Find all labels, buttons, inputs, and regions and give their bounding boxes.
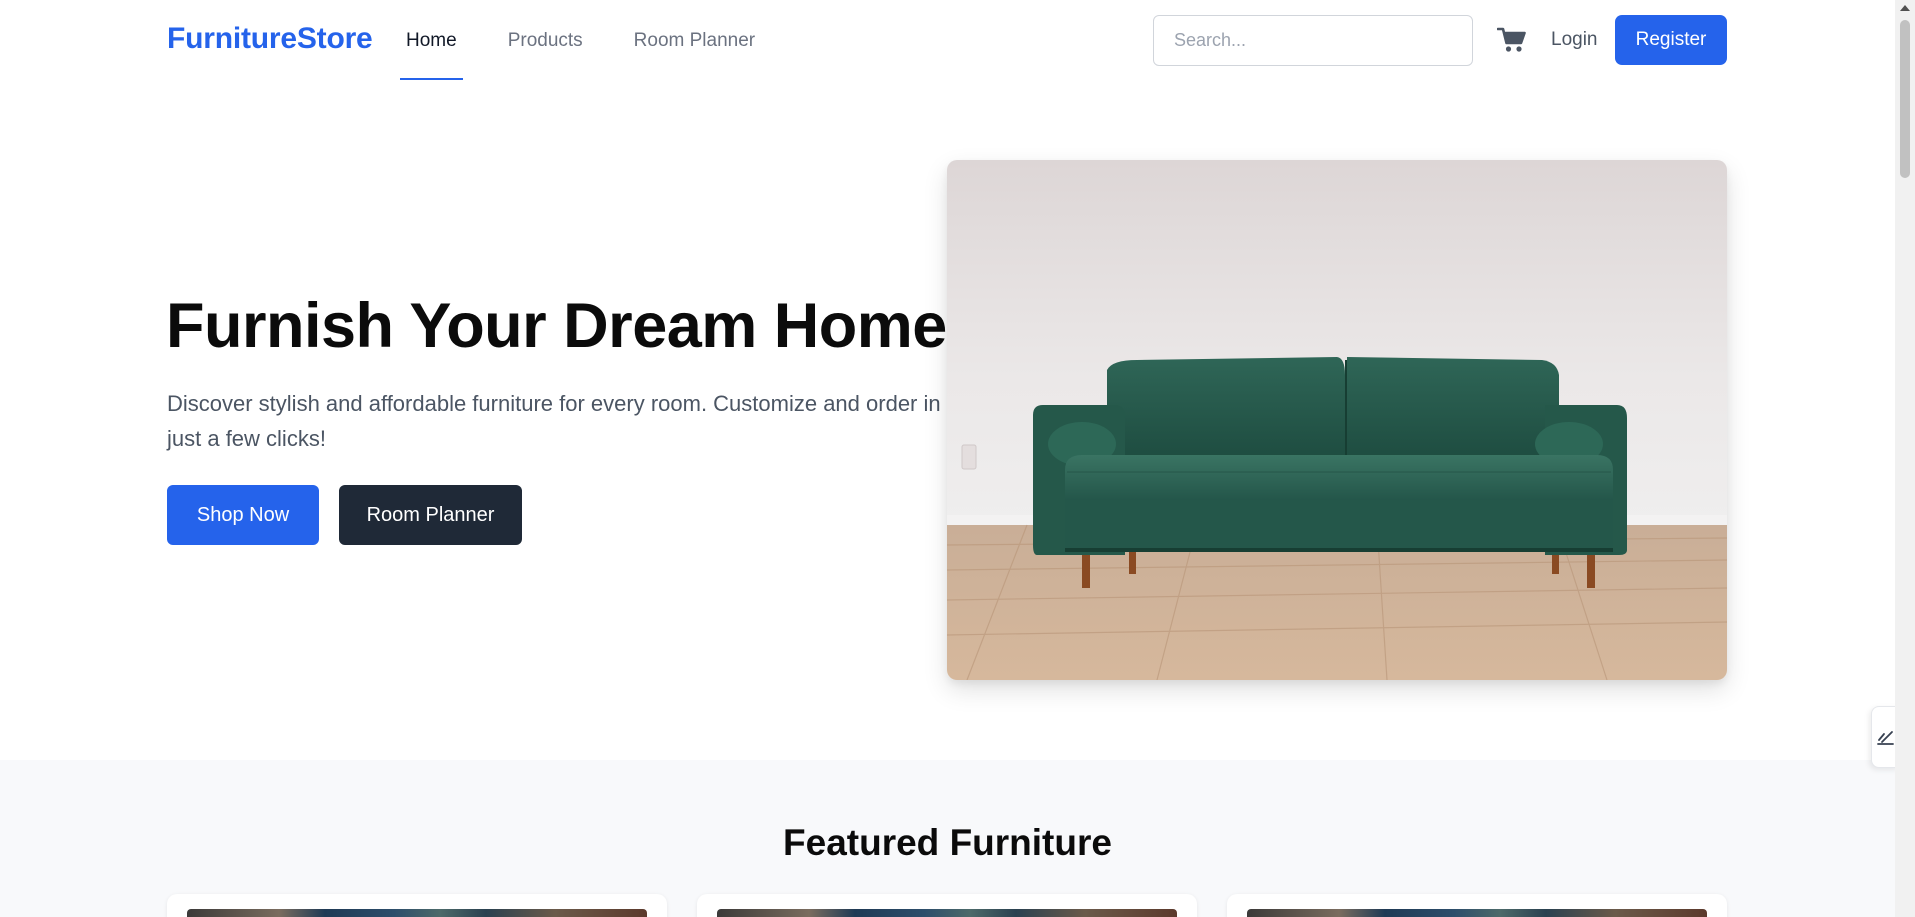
vertical-scrollbar[interactable] <box>1895 0 1915 917</box>
search-input[interactable] <box>1153 15 1473 66</box>
product-card[interactable] <box>697 894 1197 917</box>
resize-icon <box>1877 731 1894 745</box>
page: FurnitureStore Home Products Room Planne… <box>0 0 1895 917</box>
main-nav: Home Products Room Planner <box>400 0 800 82</box>
brand-logo[interactable]: FurnitureStore <box>167 22 373 56</box>
nav-item-products[interactable]: Products <box>502 0 589 82</box>
sofa-image <box>947 160 1727 680</box>
hero-image <box>947 160 1727 680</box>
featured-section: Featured Furniture <box>0 760 1895 917</box>
login-link[interactable]: Login <box>1551 29 1598 51</box>
cart-icon[interactable] <box>1496 27 1527 53</box>
product-image <box>717 909 1177 917</box>
nav-item-room-planner[interactable]: Room Planner <box>628 0 761 82</box>
product-image <box>1247 909 1707 917</box>
product-card[interactable] <box>1227 894 1727 917</box>
product-image <box>187 909 647 917</box>
register-button[interactable]: Register <box>1615 15 1727 65</box>
featured-title: Featured Furniture <box>783 822 1112 863</box>
nav-item-home[interactable]: Home <box>400 0 463 82</box>
side-widget-tab[interactable] <box>1871 706 1895 768</box>
product-card[interactable] <box>167 894 667 917</box>
shop-now-button[interactable]: Shop Now <box>167 485 319 545</box>
hero-title: Furnish Your Dream Home <box>166 291 947 361</box>
scroll-up-arrow-icon[interactable] <box>1900 5 1910 11</box>
scrollbar-thumb[interactable] <box>1900 20 1910 178</box>
room-planner-button[interactable]: Room Planner <box>339 485 522 545</box>
hero-subtitle: Discover stylish and affordable furnitur… <box>167 391 941 451</box>
navbar: FurnitureStore Home Products Room Planne… <box>0 0 1895 82</box>
